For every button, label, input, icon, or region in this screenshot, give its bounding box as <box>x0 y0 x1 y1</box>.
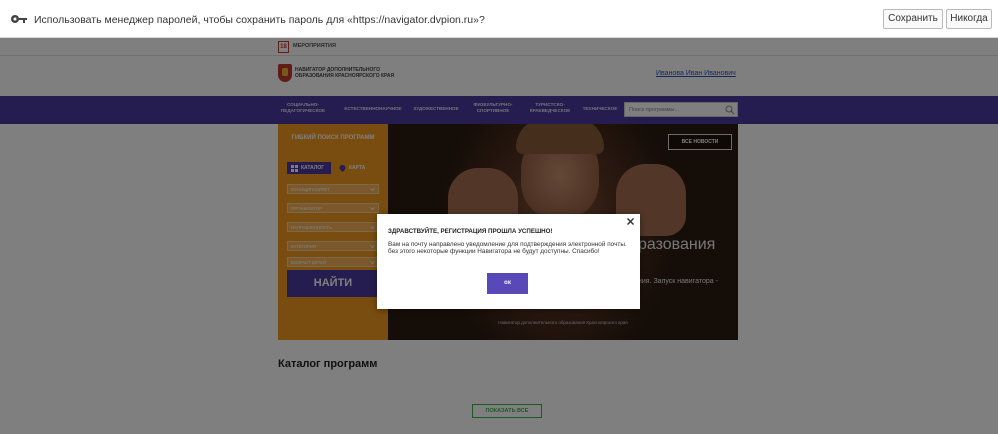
never-save-button[interactable]: Никогда <box>946 9 992 29</box>
password-manager-bar: Использовать менеджер паролей, чтобы сох… <box>0 0 998 38</box>
dialog-title: ЗДРАВСТВУЙТЕ, РЕГИСТРАЦИЯ ПРОШЛА УСПЕШНО… <box>388 228 553 235</box>
close-icon[interactable] <box>626 217 635 226</box>
registration-success-dialog: ЗДРАВСТВУЙТЕ, РЕГИСТРАЦИЯ ПРОШЛА УСПЕШНО… <box>377 214 640 309</box>
ok-button[interactable]: ок <box>487 273 528 294</box>
key-icon <box>11 15 27 23</box>
save-password-button[interactable]: Сохранить <box>883 9 943 29</box>
password-save-message: Использовать менеджер паролей, чтобы сох… <box>34 14 485 26</box>
dialog-message: Вам на почту направлено уведомление для … <box>388 241 627 255</box>
